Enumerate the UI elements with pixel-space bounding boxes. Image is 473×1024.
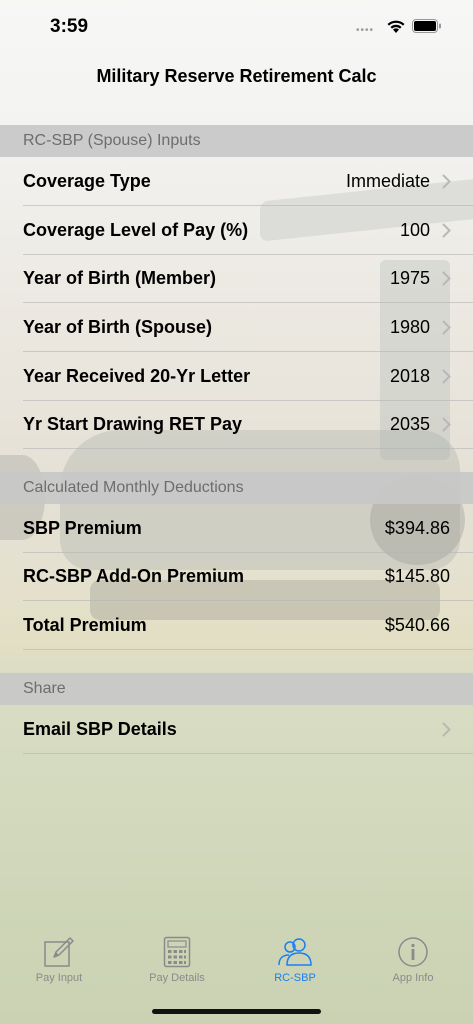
row-divider: [23, 448, 473, 449]
row-label: Year of Birth (Member): [23, 268, 217, 288]
tab-pay-input[interactable]: Pay Input: [0, 930, 118, 990]
status-time: 3:59: [50, 16, 89, 37]
tab-label: App Info: [392, 972, 434, 984]
tab-label: Pay Details: [149, 972, 205, 984]
people-icon: [278, 938, 312, 966]
row-label: SBP Premium: [23, 518, 142, 538]
tab-app-info[interactable]: App Info: [354, 930, 472, 990]
row-label: Coverage Type: [23, 171, 151, 191]
cellular-signal-icon: ••••: [356, 25, 375, 36]
row-total-premium: Total Premium $540.66: [0, 601, 473, 650]
row-label: Email SBP Details: [23, 719, 177, 739]
page-title: Military Reserve Retirement Calc: [96, 66, 377, 86]
chevron-right-icon: [442, 417, 451, 432]
status-bar: 3:59 ••••: [0, 0, 473, 54]
row-label: Total Premium: [23, 615, 147, 635]
row-value: $540.66: [384, 615, 450, 635]
screen: 3:59 •••• Military Reserve Retirement Ca…: [0, 0, 473, 1024]
row-coverage-type[interactable]: Coverage Type Immediate: [0, 157, 473, 206]
chevron-right-icon: [442, 722, 451, 737]
row-value: $394.86: [384, 518, 450, 538]
row-value: 1975: [389, 268, 430, 288]
calculator-icon: [163, 936, 191, 968]
row-label: Year Received 20-Yr Letter: [23, 366, 251, 386]
battery-icon: [412, 19, 441, 33]
row-ret-pay-start-year[interactable]: Yr Start Drawing RET Pay 2035: [0, 400, 473, 449]
row-sbp-premium: SBP Premium $394.86: [0, 504, 473, 553]
row-label: RC-SBP Add-On Premium: [23, 566, 245, 586]
chevron-right-icon: [442, 271, 451, 286]
info-circle-icon: [398, 937, 428, 967]
row-value: 2035: [389, 414, 430, 434]
tab-rc-sbp[interactable]: RC-SBP: [236, 930, 354, 990]
row-member-birth-year[interactable]: Year of Birth (Member) 1975: [0, 254, 473, 303]
section-header-share: Share: [0, 673, 473, 705]
row-label: Yr Start Drawing RET Pay: [23, 414, 243, 434]
home-indicator[interactable]: [152, 1009, 321, 1014]
pencil-square-icon: [44, 937, 74, 967]
chevron-right-icon: [442, 369, 451, 384]
email-sbp-details-button[interactable]: Email SBP Details: [0, 705, 473, 754]
row-value: 2018: [389, 366, 430, 386]
wifi-icon: [387, 20, 405, 33]
row-divider: [23, 649, 473, 650]
chevron-right-icon: [442, 174, 451, 189]
tab-pay-details[interactable]: Pay Details: [118, 930, 236, 990]
row-divider: [23, 753, 473, 754]
row-value: 1980: [389, 317, 430, 337]
tab-label: RC-SBP: [274, 972, 316, 984]
row-spouse-birth-year[interactable]: Year of Birth (Spouse) 1980: [0, 303, 473, 352]
section-header-inputs: RC-SBP (Spouse) Inputs: [0, 125, 473, 157]
row-value: Immediate: [345, 171, 430, 191]
row-value: 100: [399, 220, 430, 240]
row-label: Year of Birth (Spouse): [23, 317, 213, 337]
row-rcsbp-addon-premium: RC-SBP Add-On Premium $145.80: [0, 552, 473, 601]
chevron-right-icon: [442, 320, 451, 335]
tab-label: Pay Input: [35, 972, 83, 984]
row-label: Coverage Level of Pay (%): [23, 220, 249, 240]
chevron-right-icon: [442, 223, 451, 238]
row-coverage-level[interactable]: Coverage Level of Pay (%) 100: [0, 206, 473, 255]
row-value: $145.80: [384, 566, 450, 586]
row-20yr-letter-year[interactable]: Year Received 20-Yr Letter 2018: [0, 352, 473, 401]
section-header-deductions: Calculated Monthly Deductions: [0, 472, 473, 504]
